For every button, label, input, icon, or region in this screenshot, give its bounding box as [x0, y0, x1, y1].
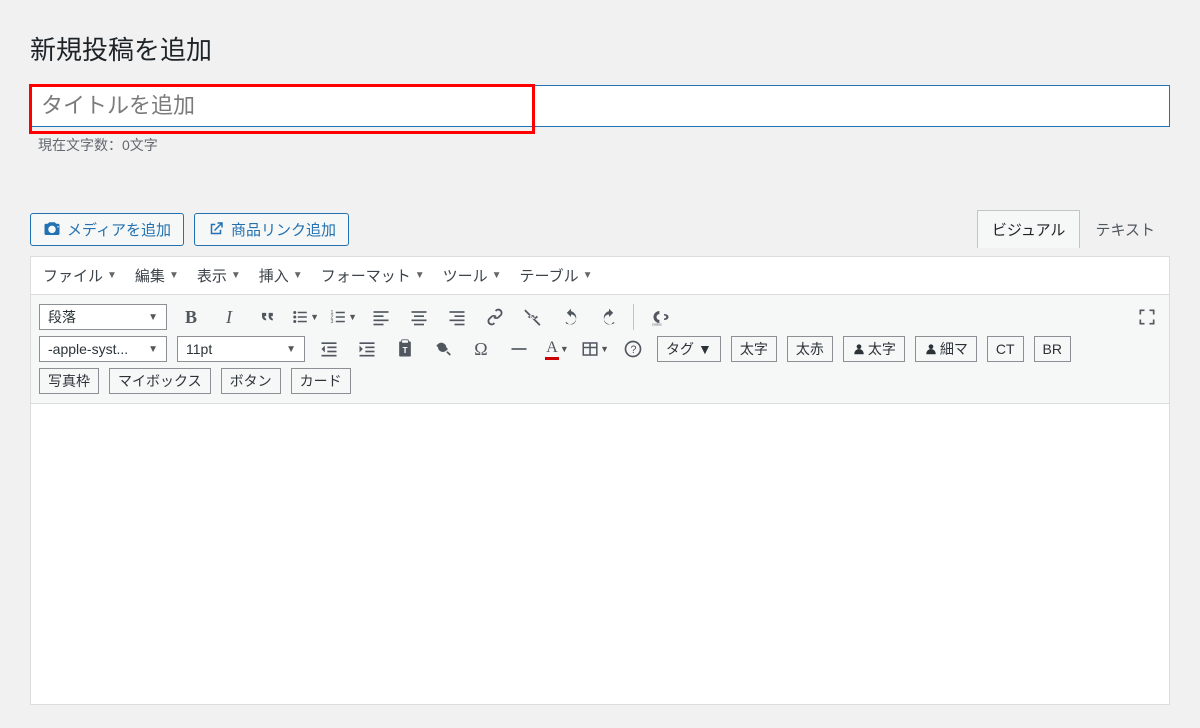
- svg-text:codoc: codoc: [652, 322, 662, 326]
- add-media-label: メディアを追加: [67, 219, 171, 240]
- menu-table[interactable]: テーブル▼: [520, 265, 593, 286]
- menubar: ファイル▼ 編集▼ 表示▼ 挿入▼ フォーマット▼ ツール▼ テーブル▼: [31, 257, 1169, 295]
- title-input[interactable]: [31, 86, 1189, 126]
- numbered-list-button[interactable]: 123▼: [329, 304, 357, 330]
- codoc-button[interactable]: codoc: [645, 304, 677, 330]
- caret-down-icon: ▼: [348, 312, 357, 322]
- toolbar: 段落▼ B I ▼ 123▼ codoc -apple-syst...▼: [31, 295, 1169, 404]
- button-button[interactable]: ボタン: [221, 368, 281, 394]
- svg-text:?: ?: [631, 344, 637, 356]
- person-icon: [924, 342, 938, 356]
- card-button[interactable]: カード: [291, 368, 351, 394]
- mybox-button[interactable]: マイボックス: [109, 368, 211, 394]
- caret-down-icon: ▼: [286, 344, 296, 355]
- svg-text:T: T: [403, 345, 408, 355]
- caret-down-icon: ▼: [310, 312, 319, 322]
- svg-text:3: 3: [331, 319, 334, 325]
- caret-down-icon: ▼: [583, 270, 593, 281]
- add-product-link-label: 商品リンク追加: [231, 219, 336, 240]
- table-button[interactable]: ▼: [581, 336, 609, 362]
- align-right-button[interactable]: [443, 304, 471, 330]
- align-center-button[interactable]: [405, 304, 433, 330]
- menu-edit[interactable]: 編集▼: [135, 265, 179, 286]
- link-button[interactable]: [481, 304, 509, 330]
- style-person-futoji-button[interactable]: 太字: [843, 336, 905, 362]
- menu-format[interactable]: フォーマット▼: [321, 265, 425, 286]
- help-button[interactable]: ?: [619, 336, 647, 362]
- unlink-button[interactable]: [519, 304, 547, 330]
- editor-area: ファイル▼ 編集▼ 表示▼ 挿入▼ フォーマット▼ ツール▼ テーブル▼ 段落▼…: [30, 256, 1170, 705]
- clear-format-button[interactable]: [429, 336, 457, 362]
- style-futoji-button[interactable]: 太字: [731, 336, 777, 362]
- redo-button[interactable]: [595, 304, 623, 330]
- caret-down-icon: ▼: [107, 270, 117, 281]
- fontsize-select[interactable]: 11pt▼: [177, 336, 305, 362]
- align-left-button[interactable]: [367, 304, 395, 330]
- bold-button[interactable]: B: [177, 304, 205, 330]
- menu-insert[interactable]: 挿入▼: [259, 265, 303, 286]
- caret-down-icon: ▼: [231, 270, 241, 281]
- caret-down-icon: ▼: [492, 270, 502, 281]
- menu-view[interactable]: 表示▼: [197, 265, 241, 286]
- person-icon: [852, 342, 866, 356]
- indent-button[interactable]: [353, 336, 381, 362]
- italic-button[interactable]: I: [215, 304, 243, 330]
- style-ct-button[interactable]: CT: [987, 336, 1024, 362]
- special-char-button[interactable]: Ω: [467, 336, 495, 362]
- paragraph-select[interactable]: 段落▼: [39, 304, 167, 330]
- style-person-hosoma-button[interactable]: 細マ: [915, 336, 977, 362]
- page-title: 新規投稿を追加: [30, 30, 1170, 67]
- title-input-wrapper[interactable]: [30, 85, 1170, 127]
- paste-text-button[interactable]: T: [391, 336, 419, 362]
- caret-down-icon: ▼: [169, 270, 179, 281]
- share-icon: [207, 220, 225, 238]
- tag-dropdown[interactable]: タグ▼: [657, 336, 721, 362]
- blockquote-button[interactable]: [253, 304, 281, 330]
- undo-button[interactable]: [557, 304, 585, 330]
- fullscreen-button[interactable]: [1133, 304, 1161, 330]
- menu-tools[interactable]: ツール▼: [443, 265, 502, 286]
- text-color-button[interactable]: A▼: [543, 336, 571, 362]
- fontfamily-select[interactable]: -apple-syst...▼: [39, 336, 167, 362]
- content-editor[interactable]: [31, 404, 1169, 704]
- caret-down-icon: ▼: [148, 344, 158, 355]
- photo-frame-button[interactable]: 写真枠: [39, 368, 99, 394]
- style-br-button[interactable]: BR: [1034, 336, 1071, 362]
- hr-button[interactable]: [505, 336, 533, 362]
- char-count: 現在文字数：0文字: [38, 135, 1170, 155]
- caret-down-icon: ▼: [560, 344, 569, 354]
- editor-mode-tabs: ビジュアル テキスト: [977, 210, 1170, 248]
- tab-text[interactable]: テキスト: [1080, 210, 1170, 248]
- bullet-list-button[interactable]: ▼: [291, 304, 319, 330]
- caret-down-icon: ▼: [148, 312, 158, 323]
- caret-down-icon: ▼: [600, 344, 609, 354]
- caret-down-icon: ▼: [698, 341, 712, 357]
- menu-file[interactable]: ファイル▼: [43, 265, 117, 286]
- tab-visual[interactable]: ビジュアル: [977, 210, 1081, 248]
- add-product-link-button[interactable]: 商品リンク追加: [194, 213, 349, 246]
- add-media-button[interactable]: メディアを追加: [30, 213, 184, 246]
- outdent-button[interactable]: [315, 336, 343, 362]
- style-futoaka-button[interactable]: 太赤: [787, 336, 833, 362]
- caret-down-icon: ▼: [415, 270, 425, 281]
- caret-down-icon: ▼: [293, 270, 303, 281]
- camera-icon: [43, 220, 61, 238]
